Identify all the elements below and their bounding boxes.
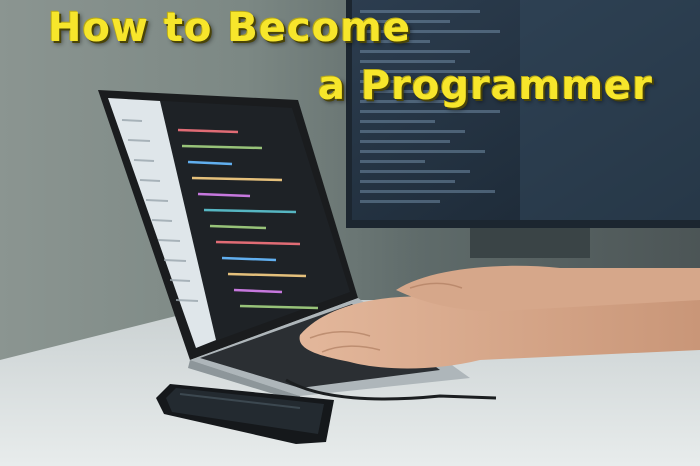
title-line-2: a Programmer bbox=[318, 63, 654, 109]
photo-scene: How to Become a Programmer bbox=[0, 0, 700, 466]
title-line-1: How to Become bbox=[48, 5, 411, 51]
